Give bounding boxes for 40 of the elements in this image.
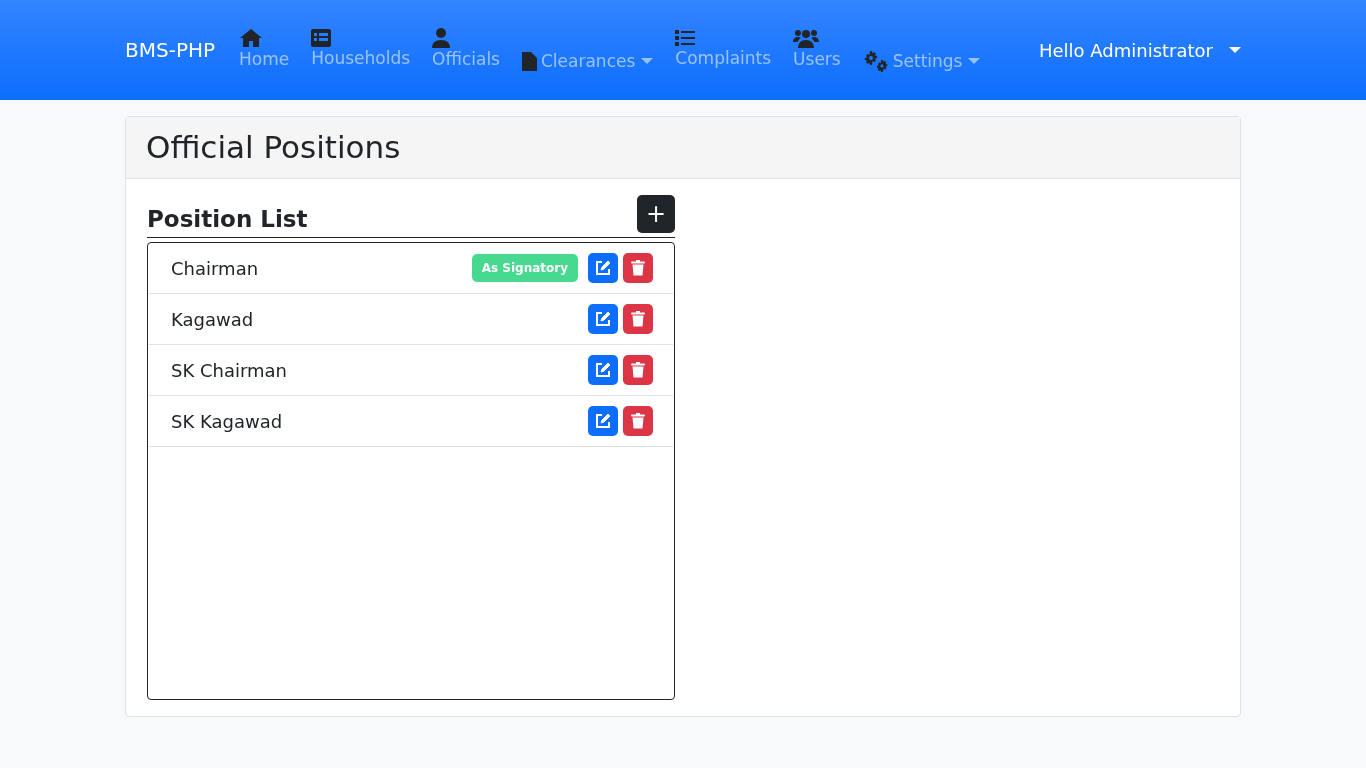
person-icon <box>432 27 451 48</box>
position-name: Chairman <box>171 256 260 281</box>
user-menu[interactable]: Hello Administrator <box>1038 36 1241 64</box>
list-icon <box>675 28 696 47</box>
nav-link[interactable]: Home <box>239 47 290 71</box>
edit-button[interactable] <box>588 355 618 386</box>
edit-button[interactable] <box>588 304 618 335</box>
gears-icon <box>862 50 889 72</box>
delete-button[interactable] <box>623 253 653 284</box>
nav-link[interactable]: Officials <box>432 47 500 71</box>
edit-button[interactable] <box>588 253 618 284</box>
delete-button[interactable] <box>623 304 653 335</box>
position-name: SK Chairman <box>171 358 288 383</box>
edit-button[interactable] <box>588 406 618 437</box>
nav-link[interactable]: Households <box>311 46 411 70</box>
trash-icon <box>631 413 645 430</box>
add-button[interactable]: + <box>637 195 675 234</box>
house-icon <box>239 27 264 48</box>
signatory-badge: As Signatory <box>471 254 578 283</box>
brand-link[interactable]: BMS-PHP <box>125 35 216 65</box>
edit-icon <box>595 413 611 430</box>
people-icon <box>793 27 820 48</box>
nav-dropdown[interactable]: Settings <box>892 49 981 73</box>
position-name: Kagawad <box>171 307 255 332</box>
document-icon <box>522 51 537 71</box>
delete-button[interactable] <box>623 355 653 386</box>
edit-icon <box>595 260 611 277</box>
trash-icon <box>631 260 645 277</box>
delete-button[interactable] <box>623 406 653 437</box>
table-icon <box>311 28 332 47</box>
edit-icon <box>595 362 611 379</box>
page-title: Official Positions <box>146 129 402 167</box>
trash-icon <box>631 362 645 379</box>
nav-dropdown[interactable]: Clearances <box>541 49 654 73</box>
trash-icon <box>631 311 645 328</box>
section-title: Position List <box>147 205 308 234</box>
position-name: SK Kagawad <box>171 409 284 434</box>
nav-link[interactable]: Users <box>793 47 841 71</box>
nav-link[interactable]: Complaints <box>675 46 772 70</box>
edit-icon <box>595 311 611 328</box>
